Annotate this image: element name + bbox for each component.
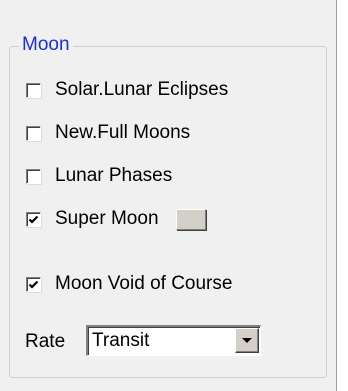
new-full-moons-option[interactable]: New.Full Moons — [26, 121, 190, 145]
panel-frame-edge — [336, 0, 348, 391]
super-moon-label[interactable]: Super Moon — [55, 208, 159, 230]
solar-lunar-eclipses-checkbox[interactable] — [26, 82, 41, 98]
lunar-phases-checkbox[interactable] — [26, 168, 41, 184]
moon-void-of-course-option[interactable]: Moon Void of Course — [26, 272, 232, 296]
moon-groupbox-title: Moon — [19, 34, 73, 56]
rate-dropdown-button[interactable] — [235, 328, 259, 353]
moon-void-of-course-checkbox[interactable] — [26, 276, 41, 292]
lunar-phases-label[interactable]: Lunar Phases — [55, 165, 172, 187]
checkmark-icon — [28, 215, 39, 224]
rate-select-value: Transit — [92, 330, 150, 351]
solar-lunar-eclipses-option[interactable]: Solar.Lunar Eclipses — [26, 78, 228, 102]
chevron-down-icon — [242, 338, 252, 343]
new-full-moons-label[interactable]: New.Full Moons — [55, 122, 190, 144]
new-full-moons-checkbox[interactable] — [26, 125, 41, 141]
super-moon-checkbox[interactable] — [26, 211, 41, 227]
lunar-phases-option[interactable]: Lunar Phases — [26, 164, 172, 188]
solar-lunar-eclipses-label[interactable]: Solar.Lunar Eclipses — [55, 79, 228, 101]
super-moon-option[interactable]: Super Moon — [26, 207, 206, 231]
rate-select[interactable]: Transit — [86, 325, 261, 356]
rate-label: Rate — [25, 331, 66, 352]
super-moon-color-button[interactable] — [175, 208, 206, 230]
moon-void-of-course-label[interactable]: Moon Void of Course — [55, 273, 232, 295]
checkmark-icon — [28, 280, 39, 289]
